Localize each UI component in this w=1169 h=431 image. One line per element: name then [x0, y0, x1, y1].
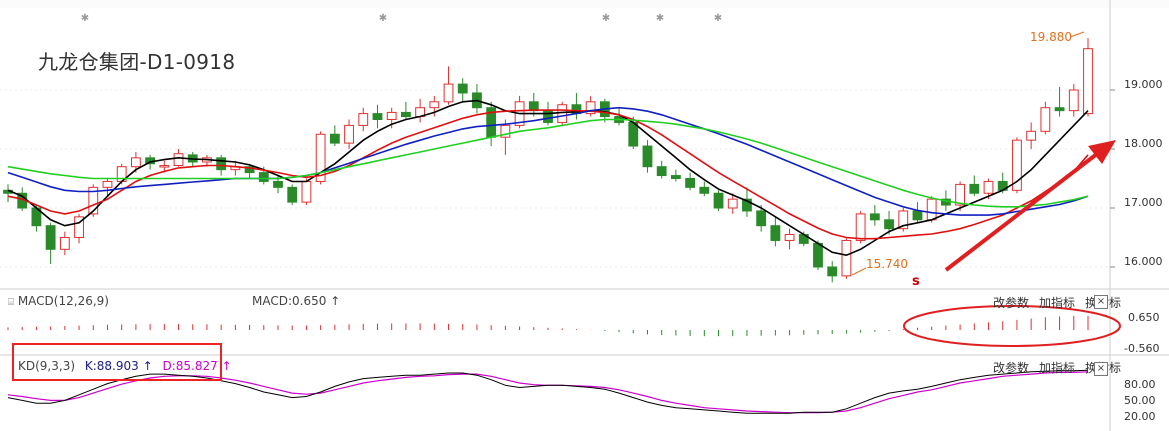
candle-body: [642, 145, 653, 168]
candle-body: [1083, 48, 1093, 115]
candle-body: [1068, 89, 1079, 112]
candle-body: [273, 180, 283, 188]
candle-body: [429, 101, 440, 109]
candle-body: [813, 242, 823, 268]
kd-d-arrow-icon: ↑: [221, 359, 232, 373]
candle-body: [983, 180, 994, 194]
candle-body: [841, 239, 852, 277]
candle-body: [216, 157, 227, 171]
candle-body: [1054, 107, 1065, 112]
candle-body: [912, 210, 923, 221]
candle-body: [557, 104, 568, 123]
candle-body: [59, 237, 70, 250]
low-price-label: 15.740: [866, 257, 908, 271]
macd-add-indicator-button[interactable]: 加指标: [1039, 294, 1075, 311]
candle-body: [287, 186, 298, 203]
kd-header: KD(9,3,3) K:88.903 ↑ D:85.827 ↑: [18, 359, 232, 373]
y-tick-16: 16.000: [1124, 255, 1163, 268]
kd-add-indicator-button[interactable]: 加指标: [1039, 359, 1075, 376]
candle-body: [1040, 107, 1051, 132]
candle-body: [756, 210, 767, 227]
trend-arrow-head: [1088, 140, 1116, 164]
top-marker: ✱: [81, 13, 89, 24]
candle-body: [301, 180, 312, 203]
high-price-label: 19.880: [1030, 30, 1072, 44]
candle-body: [685, 178, 696, 188]
macd-name: MACD(12,26,9): [17, 294, 109, 308]
macd-value: MACD:0.650: [252, 294, 327, 308]
expand-icon[interactable]: ⌸: [8, 297, 14, 308]
kd-close-icon[interactable]: ×: [1094, 362, 1108, 376]
top-marker: ✱: [379, 13, 387, 24]
macd-modify-params-button[interactable]: 改参数: [993, 294, 1029, 311]
ma-line-green: [7, 118, 1089, 208]
candle-body: [727, 198, 738, 209]
candle-body: [443, 83, 454, 103]
candle-body: [670, 175, 681, 180]
candle-body: [926, 198, 937, 221]
candle-body: [770, 225, 781, 241]
candle-body: [372, 113, 383, 120]
macd-value-wrap: MACD:0.650 ↑: [252, 294, 340, 308]
candle-body: [543, 110, 553, 123]
candle-body: [955, 183, 966, 206]
candle-body: [159, 165, 170, 168]
macd-header: ⌸ MACD(12,26,9): [8, 294, 109, 308]
candle-body: [386, 111, 397, 120]
kd-d-value: D:85.827: [162, 359, 218, 373]
macd-y-tick-bottom: -0.560: [1124, 342, 1160, 355]
candle-body: [884, 219, 894, 230]
kd-k-arrow-icon: ↑: [142, 359, 153, 373]
annotation-layer: [851, 31, 1116, 276]
candle-body: [45, 225, 56, 250]
macd-arrow-icon: ↑: [330, 294, 341, 308]
chart-title: 九龙仓集团-D1-0918: [38, 50, 236, 74]
kd-name: KD(9,3,3): [18, 359, 76, 373]
ma-line-red: [7, 109, 1089, 240]
candle-body: [656, 166, 667, 177]
macd-layer: [7, 305, 1121, 347]
macd-y-tick-top: 0.650: [1128, 311, 1160, 324]
candle-body: [784, 234, 795, 241]
candle-body: [102, 180, 113, 188]
y-tick-19: 19.000: [1124, 78, 1163, 91]
candle-body: [869, 213, 880, 221]
candle-body: [258, 172, 269, 182]
kd-k-value: K:88.903: [84, 359, 139, 373]
kd-modify-params-button[interactable]: 改参数: [993, 359, 1029, 376]
kd-y-tick-20: 20.00: [1124, 410, 1156, 423]
candle-body: [713, 192, 724, 209]
candle-body: [344, 124, 354, 144]
top-marker: ✱: [656, 13, 664, 24]
candle-body: [173, 153, 184, 167]
candle-body: [1026, 130, 1037, 141]
high-pointer: [1069, 31, 1085, 38]
candle-body: [699, 186, 710, 194]
candle-body: [855, 213, 866, 241]
low-pointer: [851, 267, 867, 276]
candle-body: [969, 183, 980, 194]
y-tick-17: 17.000: [1124, 196, 1163, 209]
trend-arrow-shaft: [944, 148, 1104, 272]
candle-body: [358, 113, 369, 126]
top-marker: ✱: [714, 13, 722, 24]
candle-body: [329, 133, 340, 144]
y-tick-18: 18.000: [1124, 137, 1163, 150]
candle-body: [827, 266, 838, 277]
candle-body: [457, 83, 468, 94]
candle-body: [400, 111, 411, 118]
macd-close-icon[interactable]: ×: [1094, 295, 1108, 309]
kd-y-tick-50: 50.00: [1124, 394, 1156, 407]
candle-body: [130, 157, 141, 168]
top-marker: ✱: [602, 13, 610, 24]
s-marker: s: [912, 274, 920, 289]
kd-y-tick-80: 80.00: [1124, 378, 1156, 391]
